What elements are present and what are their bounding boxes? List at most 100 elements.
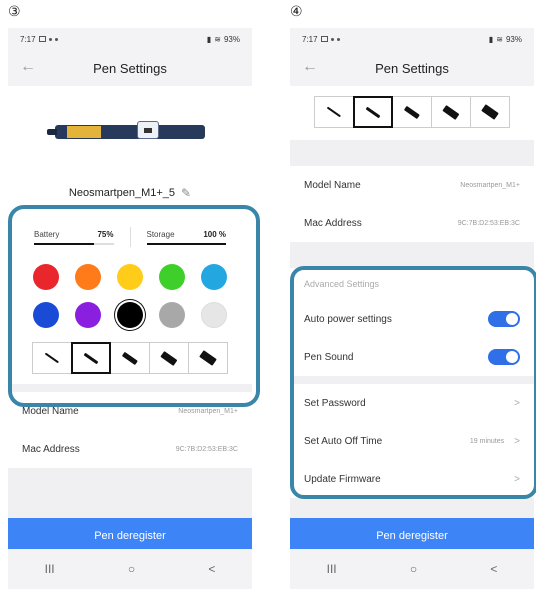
step-label-4: ④ bbox=[290, 4, 303, 20]
stroke-icon bbox=[480, 104, 499, 120]
back-nav-icon[interactable]: < bbox=[208, 562, 215, 576]
thickness-option[interactable] bbox=[70, 342, 111, 374]
color-palette bbox=[8, 252, 252, 336]
gallery-icon bbox=[320, 36, 328, 42]
update-firmware-row[interactable]: Update Firmware > bbox=[290, 460, 534, 498]
pen-graphic bbox=[47, 121, 205, 139]
thickness-option[interactable] bbox=[313, 96, 354, 128]
status-time: 7:17 bbox=[302, 34, 318, 44]
set-password-label: Set Password bbox=[304, 397, 366, 409]
model-name-value: Neosmartpen_M1+ bbox=[178, 407, 238, 415]
phone-screen-4: 7:17 ▮ ≋ 93% ← Pen Settings Model Name Neo… bbox=[290, 28, 534, 589]
pen-tip bbox=[47, 129, 57, 135]
mac-address-label: Mac Address bbox=[22, 443, 80, 455]
thickness-option[interactable] bbox=[31, 342, 72, 374]
pen-sound-toggle[interactable] bbox=[488, 349, 520, 365]
stroke-icon bbox=[326, 106, 341, 118]
status-bar: 7:17 ▮ ≋ 93% bbox=[290, 28, 534, 50]
color-swatch[interactable] bbox=[33, 302, 59, 328]
stroke-icon bbox=[442, 104, 459, 120]
status-battery: 93% bbox=[223, 34, 240, 44]
signal-icon: ▮ bbox=[488, 34, 494, 44]
mac-address-value: 9C:7B:D2:53:EB:3C bbox=[175, 445, 238, 453]
model-name-row: Model Name Neosmartpen_M1+ bbox=[8, 392, 252, 430]
notification-icon bbox=[48, 37, 52, 41]
mac-address-value: 9C:7B:D2:53:EB:3C bbox=[457, 219, 520, 227]
auto-power-toggle[interactable] bbox=[488, 311, 520, 327]
android-nav-bar: III ○ < bbox=[8, 549, 252, 589]
mac-address-row: Mac Address 9C:7B:D2:53:EB:3C bbox=[8, 430, 252, 468]
thickness-option[interactable] bbox=[430, 96, 471, 128]
color-swatch[interactable] bbox=[75, 264, 101, 290]
recent-apps-icon[interactable]: III bbox=[327, 562, 337, 576]
advanced-settings-header: Advanced Settings bbox=[290, 268, 534, 300]
auto-off-value: 19 minutes bbox=[469, 437, 505, 445]
stroke-icon bbox=[44, 352, 59, 364]
color-swatch[interactable] bbox=[159, 264, 185, 290]
set-password-row[interactable]: Set Password > bbox=[290, 384, 534, 422]
color-swatch[interactable] bbox=[201, 302, 227, 328]
storage-value: 100 % bbox=[203, 229, 226, 239]
storage-indicator: Storage 100 % bbox=[131, 230, 243, 245]
battery-value: 75% bbox=[97, 229, 114, 239]
thickness-option[interactable] bbox=[109, 342, 150, 374]
thickness-selector bbox=[290, 86, 534, 140]
back-nav-icon[interactable]: < bbox=[490, 562, 497, 576]
top-bar: ← Pen Settings bbox=[290, 50, 534, 86]
wifi-icon: ≋ bbox=[214, 34, 221, 44]
status-time: 7:17 bbox=[20, 34, 36, 44]
back-arrow-icon[interactable]: ← bbox=[302, 58, 318, 76]
model-name-value: Neosmartpen_M1+ bbox=[460, 181, 520, 189]
color-swatch[interactable] bbox=[117, 264, 143, 290]
set-auto-off-label: Set Auto Off Time bbox=[304, 435, 383, 447]
page-title: Pen Settings bbox=[93, 60, 167, 76]
chevron-right-icon: > bbox=[514, 473, 520, 485]
pen-name: Neosmartpen_M1+_5 bbox=[68, 187, 176, 199]
storage-bar bbox=[146, 242, 226, 245]
pen-sound-label: Pen Sound bbox=[304, 351, 354, 363]
battery-indicator: Battery 75% bbox=[18, 230, 130, 245]
color-swatch[interactable] bbox=[33, 264, 59, 290]
dot-icon bbox=[54, 37, 58, 41]
storage-label: Storage bbox=[146, 229, 175, 239]
signal-icon: ▮ bbox=[206, 34, 212, 44]
stroke-icon bbox=[198, 350, 217, 366]
edit-pencil-icon[interactable]: ✎ bbox=[181, 186, 191, 200]
set-auto-off-row[interactable]: Set Auto Off Time 19 minutes > bbox=[290, 422, 534, 460]
stroke-icon bbox=[365, 106, 380, 118]
color-swatch[interactable] bbox=[201, 264, 227, 290]
storage-bar-fill bbox=[146, 242, 226, 245]
model-name-label: Model Name bbox=[22, 405, 79, 417]
thickness-option[interactable] bbox=[148, 342, 189, 374]
toggle-knob bbox=[506, 313, 518, 325]
thickness-option[interactable] bbox=[391, 96, 432, 128]
battery-storage-row: Battery 75% Storage 100 % bbox=[8, 222, 252, 252]
thickness-option[interactable] bbox=[469, 96, 510, 128]
dot-icon bbox=[336, 37, 340, 41]
thickness-option[interactable] bbox=[352, 96, 393, 128]
color-swatch[interactable] bbox=[159, 302, 185, 328]
update-firmware-label: Update Firmware bbox=[304, 473, 381, 485]
pen-name-row: Neosmartpen_M1+_5 ✎ bbox=[8, 178, 252, 208]
chevron-right-icon: > bbox=[514, 397, 520, 409]
model-name-row: Model Name Neosmartpen_M1+ bbox=[290, 166, 534, 204]
stroke-icon bbox=[83, 352, 98, 364]
android-nav-bar: III ○ < bbox=[290, 549, 534, 589]
home-icon[interactable]: ○ bbox=[128, 562, 135, 576]
stroke-icon bbox=[160, 350, 177, 366]
recent-apps-icon[interactable]: III bbox=[45, 562, 55, 576]
thickness-option[interactable] bbox=[187, 342, 228, 374]
home-icon[interactable]: ○ bbox=[410, 562, 417, 576]
notification-icon bbox=[330, 37, 334, 41]
color-swatch[interactable] bbox=[75, 302, 101, 328]
color-swatch[interactable] bbox=[117, 302, 143, 328]
gallery-icon bbox=[38, 36, 46, 42]
page-title: Pen Settings bbox=[375, 60, 449, 76]
back-arrow-icon[interactable]: ← bbox=[20, 58, 36, 76]
phone-screen-3: 7:17 ▮ ≋ 93% ← Pen Settings Neosmartpen_M1… bbox=[8, 28, 252, 589]
thickness-selector bbox=[8, 336, 252, 384]
auto-power-row: Auto power settings bbox=[290, 300, 534, 338]
pen-sound-row: Pen Sound bbox=[290, 338, 534, 376]
model-name-label: Model Name bbox=[304, 179, 361, 191]
stroke-icon bbox=[121, 351, 138, 365]
